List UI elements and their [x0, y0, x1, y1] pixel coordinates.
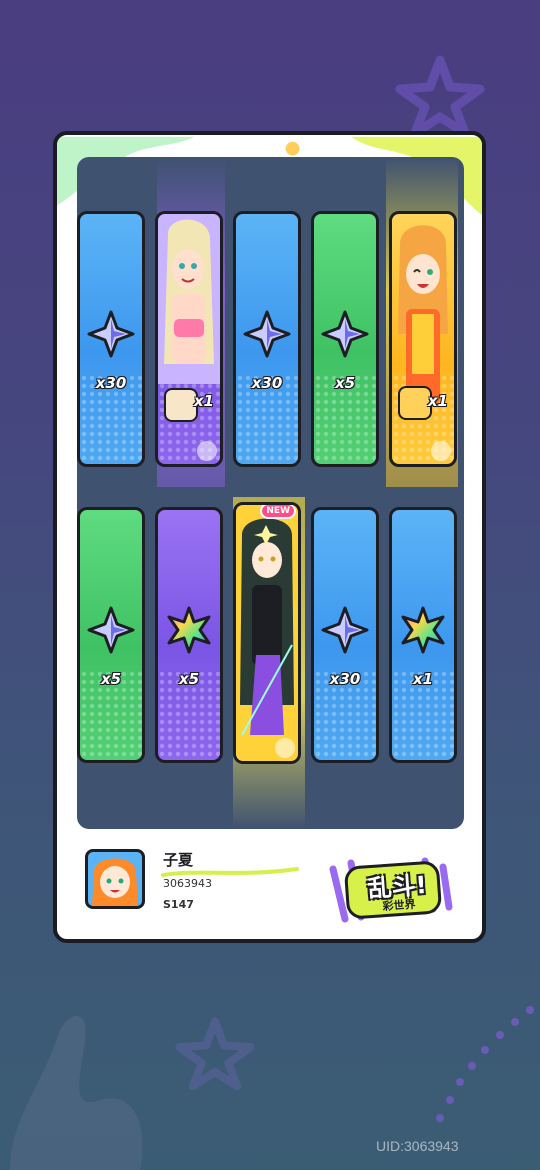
reward-tile[interactable]: x30 — [311, 507, 379, 763]
crystal-star-icon — [243, 310, 291, 358]
player-info-bar: 子夏 3063943 S147 乱斗! 彩世界 — [57, 835, 482, 939]
character-portrait — [158, 214, 220, 384]
reward-quantity: x5 — [100, 670, 122, 688]
reward-tile[interactable]: x30 — [77, 211, 145, 467]
character-portrait — [236, 505, 298, 761]
reward-tile[interactable]: x1 — [389, 507, 457, 763]
reward-quantity: x1 — [193, 392, 214, 410]
background-splash — [10, 1016, 143, 1170]
avatar[interactable] — [85, 849, 145, 909]
corner-mark-icon — [197, 441, 217, 461]
reward-quantity: x1 — [427, 392, 448, 410]
background-star-icon — [175, 1017, 255, 1090]
crystal-star-icon — [321, 606, 369, 654]
reward-tile[interactable]: x1 — [389, 211, 457, 467]
crystal-star-icon — [87, 606, 135, 654]
reward-tile[interactable]: NEW — [233, 502, 301, 764]
reward-quantity: x1 — [412, 670, 434, 688]
reward-tile[interactable]: x1 — [155, 211, 223, 467]
reward-tile[interactable]: x30 — [233, 211, 301, 467]
game-logo: 乱斗! 彩世界 — [325, 849, 455, 927]
character-portrait — [398, 225, 448, 404]
player-uid: 3063943 — [163, 877, 212, 890]
reward-quantity: x30 — [251, 374, 283, 392]
reward-board: x30 x1 x30 x5 x1 x5 x5 NEW x30 x1 — [77, 157, 464, 829]
server-id: S147 — [163, 898, 194, 911]
new-badge: NEW — [260, 505, 296, 519]
avatar-portrait — [92, 858, 138, 906]
uid-footer: UID:3063943 — [376, 1138, 459, 1154]
rainbow-crystal-icon — [167, 606, 211, 654]
result-card: x30 x1 x30 x5 x1 x5 x5 NEW x30 x1 子夏 306… — [53, 131, 486, 943]
reward-quantity: x5 — [178, 670, 200, 688]
background-star-icon — [395, 55, 485, 135]
background-dots — [436, 1006, 534, 1122]
crystal-star-icon — [87, 310, 135, 358]
reward-quantity: x5 — [334, 374, 356, 392]
crystal-star-icon — [321, 310, 369, 358]
reward-quantity: x30 — [95, 374, 127, 392]
reward-tile[interactable]: x5 — [155, 507, 223, 763]
reward-tile[interactable]: x5 — [77, 507, 145, 763]
reward-quantity: x30 — [329, 670, 361, 688]
reward-tile[interactable]: x5 — [311, 211, 379, 467]
corner-mark-icon — [275, 738, 295, 758]
rainbow-crystal-icon — [401, 606, 445, 654]
corner-mark-icon — [431, 441, 451, 461]
